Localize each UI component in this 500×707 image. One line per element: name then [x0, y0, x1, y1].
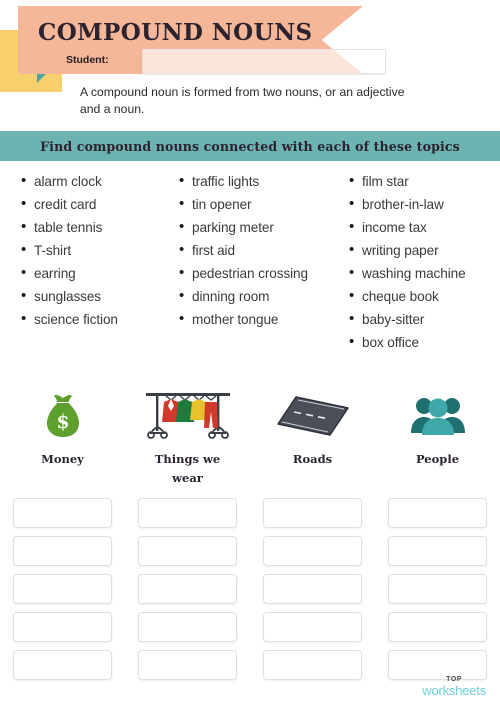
- student-label: Student:: [66, 54, 109, 66]
- category-people: People: [375, 388, 500, 488]
- category-label-money: Money: [41, 452, 84, 466]
- answer-input[interactable]: [263, 536, 362, 566]
- word-list-item: sunglasses: [21, 284, 170, 308]
- answer-input[interactable]: [388, 536, 487, 566]
- answer-cell: [250, 650, 375, 680]
- answer-input[interactable]: [263, 498, 362, 528]
- answer-input[interactable]: [13, 536, 112, 566]
- answer-input[interactable]: [138, 650, 237, 680]
- answer-cell: [0, 536, 125, 566]
- footer-logo-top: TOP: [446, 676, 463, 683]
- word-list-item: credit card: [21, 192, 170, 216]
- answer-cell: [250, 612, 375, 642]
- word-list-item: income tax: [349, 215, 500, 239]
- answer-input[interactable]: [388, 574, 487, 604]
- word-list-item: film star: [349, 169, 500, 193]
- page-header: COMPOUND NOUNS Student: A compound noun …: [0, 0, 500, 130]
- answer-input[interactable]: [13, 650, 112, 680]
- category-label-people: People: [415, 452, 460, 466]
- category-money: $ Money: [0, 388, 125, 488]
- word-list-item: mother tongue: [179, 307, 342, 331]
- answer-input[interactable]: [138, 536, 237, 566]
- money-bag-icon: $: [43, 388, 83, 444]
- answer-input[interactable]: [263, 574, 362, 604]
- word-list-item: T-shirt: [21, 238, 170, 262]
- answer-cell: [375, 536, 500, 566]
- answer-cell: [125, 574, 250, 604]
- answer-row: [0, 536, 500, 566]
- word-list-item: washing machine: [349, 261, 500, 285]
- answer-input[interactable]: [13, 574, 112, 604]
- category-things-we-wear: Things we wear: [125, 388, 250, 488]
- word-list-item: science fiction: [21, 307, 170, 331]
- word-list-item: baby-sitter: [349, 307, 500, 331]
- word-list-section: alarm clockcredit cardtable tennisT-shir…: [0, 169, 500, 354]
- page-title: COMPOUND NOUNS: [38, 19, 313, 46]
- footer-logo: TOP worksheets: [422, 676, 486, 697]
- word-list-item: alarm clock: [21, 169, 170, 193]
- intro-text: A compound noun is formed from two nouns…: [80, 85, 405, 116]
- word-list-item: traffic lights: [179, 169, 342, 193]
- answer-cell: [125, 650, 250, 680]
- word-list-1: alarm clockcredit cardtable tennisT-shir…: [18, 169, 170, 331]
- word-list-column-3: film starbrother-in-lawincome taxwriting…: [342, 169, 500, 354]
- answer-cell: [0, 574, 125, 604]
- footer-logo-worksheets: worksheets: [422, 683, 486, 698]
- category-roads: Roads: [250, 388, 375, 488]
- word-list-item: earring: [21, 261, 170, 285]
- word-list-item: first aid: [179, 238, 342, 262]
- clothes-rack-icon: [140, 388, 236, 444]
- answer-grid: [0, 498, 500, 688]
- answer-cell: [250, 574, 375, 604]
- answer-input[interactable]: [138, 498, 237, 528]
- word-list-3: film starbrother-in-lawincome taxwriting…: [346, 169, 500, 354]
- answer-cell: [375, 574, 500, 604]
- answer-row: [0, 574, 500, 604]
- word-list-column-1: alarm clockcredit cardtable tennisT-shir…: [0, 169, 170, 354]
- people-group-icon: [409, 388, 467, 444]
- word-list-item: writing paper: [349, 238, 500, 262]
- answer-cell: [375, 612, 500, 642]
- category-row: $ Money Things we wear Roads People: [0, 388, 500, 488]
- answer-cell: [125, 498, 250, 528]
- answer-input[interactable]: [138, 612, 237, 642]
- answer-input[interactable]: [263, 650, 362, 680]
- word-list-item: cheque book: [349, 284, 500, 308]
- category-label-roads: Roads: [292, 452, 333, 466]
- word-list-2: traffic lightstin openerparking meterfir…: [176, 169, 342, 331]
- answer-input[interactable]: [263, 612, 362, 642]
- answer-input[interactable]: [388, 612, 487, 642]
- answer-cell: [250, 536, 375, 566]
- word-list-item: box office: [349, 330, 500, 354]
- answer-cell: [125, 536, 250, 566]
- word-list-item: brother-in-law: [349, 192, 500, 216]
- instruction-text: Find compound nouns connected with each …: [40, 138, 460, 154]
- instruction-bar: Find compound nouns connected with each …: [0, 131, 500, 161]
- answer-cell: [375, 498, 500, 528]
- answer-cell: [250, 498, 375, 528]
- answer-cell: [0, 612, 125, 642]
- category-label-things-we-wear: Things we wear: [154, 452, 221, 485]
- word-list-item: table tennis: [21, 215, 170, 239]
- word-list-column-2: traffic lightstin openerparking meterfir…: [170, 169, 342, 354]
- answer-row: [0, 612, 500, 642]
- answer-input[interactable]: [138, 574, 237, 604]
- answer-cell: [0, 650, 125, 680]
- student-name-input[interactable]: [142, 49, 386, 74]
- road-icon: [274, 388, 352, 444]
- answer-input[interactable]: [388, 498, 487, 528]
- answer-input[interactable]: [13, 498, 112, 528]
- answer-cell: [0, 498, 125, 528]
- answer-row: [0, 498, 500, 528]
- answer-input[interactable]: [13, 612, 112, 642]
- word-list-item: tin opener: [179, 192, 342, 216]
- word-list-item: parking meter: [179, 215, 342, 239]
- svg-text:$: $: [56, 411, 69, 433]
- word-list-item: pedestrian crossing: [179, 261, 342, 285]
- word-list-item: dinning room: [179, 284, 342, 308]
- answer-cell: [125, 612, 250, 642]
